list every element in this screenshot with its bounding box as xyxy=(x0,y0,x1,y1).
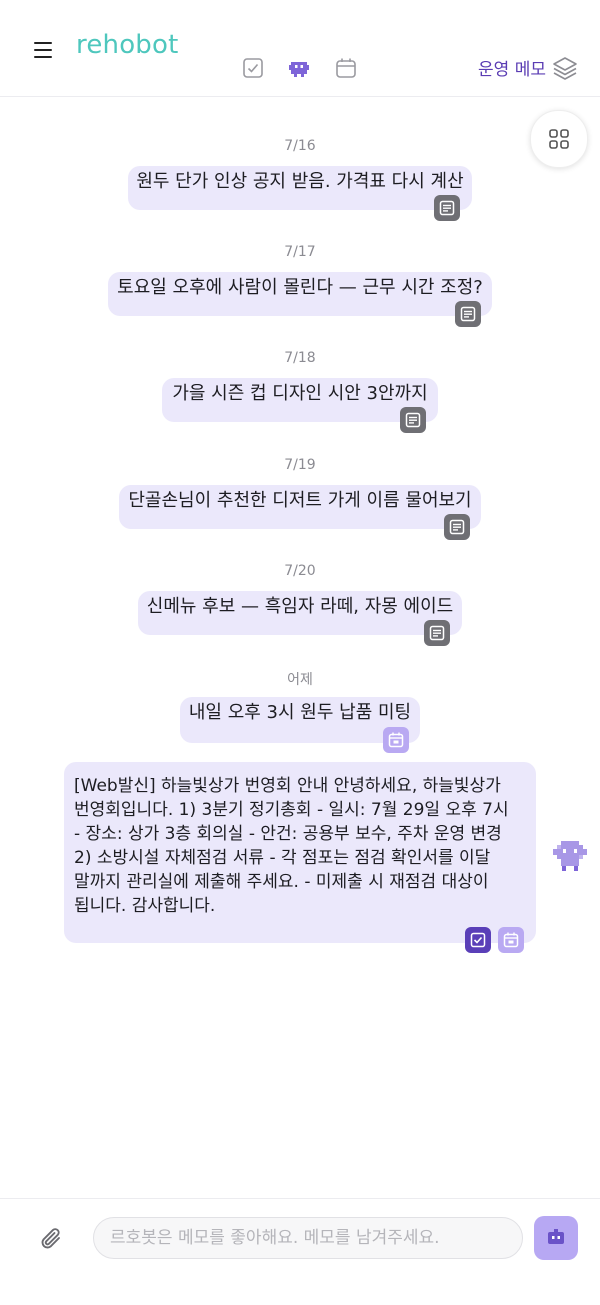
memo-icon[interactable] xyxy=(434,195,460,221)
date-label: 7/18 xyxy=(284,350,316,366)
date-label: 어제 xyxy=(287,672,313,688)
memo-text-line: 2) 소방시설 자체점검 서류 - 각 점포는 점검 확인서를 이달 xyxy=(74,848,491,868)
long-memo-bubble[interactable]: [Web발신] 하늘빛상가 번영회 안내 안녕하세요, 하늘빛상가 번영회입니다… xyxy=(64,762,536,943)
layers-icon[interactable] xyxy=(552,55,578,81)
date-label: 7/20 xyxy=(284,563,316,579)
menu-icon[interactable] xyxy=(34,42,54,60)
checkbox-tab-icon[interactable] xyxy=(242,57,264,79)
memo-input[interactable] xyxy=(93,1217,523,1259)
memo-text-line: 됩니다. 감사합니다. xyxy=(74,896,216,916)
memo-text-line: 번영회입니다. 1) 3분기 정기총회 - 일시: 7월 29일 오후 7시 xyxy=(74,800,509,820)
memo-text: 단골손님이 추천한 디저트 가게 이름 물어보기 xyxy=(128,490,472,511)
memo-icon[interactable] xyxy=(400,407,426,433)
ops-memo-link[interactable]: 운영 메모 xyxy=(478,55,546,80)
memo-bubble[interactable]: 신메뉴 후보 — 흑임자 라떼, 자몽 에이드 xyxy=(138,591,462,635)
paperclip-icon[interactable] xyxy=(38,1225,66,1255)
memo-bubble[interactable]: 원두 단가 인상 공지 받음. 가격표 다시 계산 xyxy=(128,166,472,210)
memo-icon[interactable] xyxy=(455,301,481,327)
calendar-tab-icon[interactable] xyxy=(335,57,357,79)
app-header: rehobot 운영 메모 xyxy=(0,0,600,97)
calendar-icon[interactable] xyxy=(383,727,409,753)
date-label: 7/19 xyxy=(284,457,316,473)
memo-icon[interactable] xyxy=(424,620,450,646)
send-button[interactable] xyxy=(534,1216,578,1260)
composer-bar xyxy=(0,1198,600,1305)
memo-text: 원두 단가 인상 공지 받음. 가격표 다시 계산 xyxy=(136,171,464,192)
memo-text-line: 말까지 관리실에 제출해 주세요. - 미제출 시 재점검 대상이 xyxy=(74,872,489,892)
date-label: 7/16 xyxy=(284,138,316,154)
memo-bubble[interactable]: 토요일 오후에 사람이 몰린다 — 근무 시간 조정? xyxy=(108,272,492,316)
memo-text-line: - 장소: 상가 3층 회의실 - 안건: 공용부 보수, 주차 운영 변경 xyxy=(74,824,502,844)
date-label: 7/17 xyxy=(284,244,316,260)
robot-avatar-icon xyxy=(552,838,588,874)
robot-send-icon xyxy=(548,1229,564,1244)
memo-text-line: [Web발신] 하늘빛상가 번영회 안내 안녕하세요, 하늘빛상가 xyxy=(74,776,501,796)
memo-bubble[interactable]: 단골손님이 추천한 디저트 가게 이름 물어보기 xyxy=(119,485,481,529)
memo-text: 신메뉴 후보 — 흑임자 라떼, 자몽 에이드 xyxy=(146,596,454,617)
app-logo: rehobot xyxy=(76,30,179,60)
calendar-icon[interactable] xyxy=(498,927,524,953)
memo-icon[interactable] xyxy=(444,514,470,540)
robot-tab-icon[interactable] xyxy=(288,57,310,79)
memo-bubble[interactable]: 가을 시즌 컵 디자인 시안 3안까지 xyxy=(162,378,438,422)
checkbox-icon[interactable] xyxy=(465,927,491,953)
memo-text: 내일 오후 3시 원두 납품 미팅 xyxy=(188,702,412,723)
memo-text: 가을 시즌 컵 디자인 시안 3안까지 xyxy=(172,383,428,404)
memo-text: 토요일 오후에 사람이 몰린다 — 근무 시간 조정? xyxy=(117,277,483,298)
